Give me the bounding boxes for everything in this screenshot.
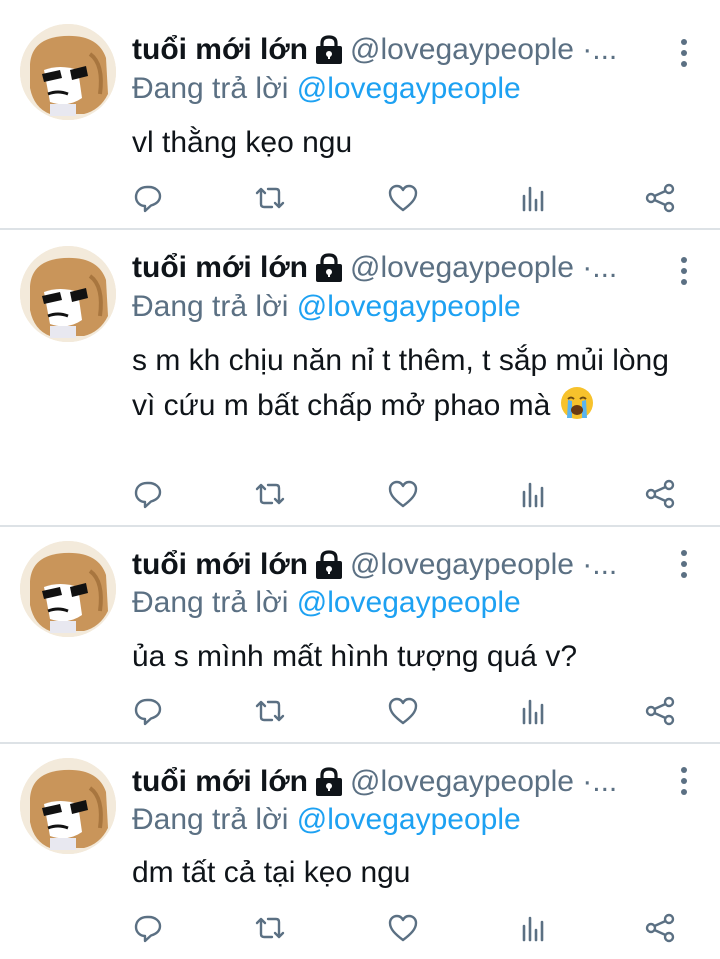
heart-icon[interactable] [387,695,419,727]
display-name[interactable]: tuổi mới lớn [132,548,308,582]
share-icon[interactable] [644,478,676,510]
reply-mention-link[interactable]: @lovegaypeople [297,586,521,619]
tweet-text: ủa s mình mất hình tượng quá v? [132,640,578,673]
user-handle[interactable]: @lovegaypeople ·... [350,765,617,799]
tweet-header: tuổi mới lớn @lovegaypeople ·... [132,762,672,802]
tweet-text: dm tất cả tại kẹo ngu [132,856,411,889]
retweet-icon[interactable] [254,912,286,944]
heart-icon[interactable] [387,478,419,510]
avatar[interactable] [20,246,116,342]
reply-prefix: Đang trả lời [132,586,297,619]
user-handle[interactable]: @lovegaypeople ·... [350,548,617,582]
reply-prefix: Đang trả lời [132,290,297,323]
share-icon[interactable] [644,695,676,727]
lock-icon [314,767,344,797]
more-vertical-icon[interactable] [678,38,690,68]
reply-icon[interactable] [132,478,164,510]
tweet-text: s m kh chịu năn nỉ t thêm, t sắp mủi lòn… [132,338,692,428]
tweet-actions [132,912,692,948]
avatar[interactable] [20,24,116,120]
reply-prefix: Đang trả lời [132,72,297,105]
reply-mention-link[interactable]: @lovegaypeople [297,290,521,323]
analytics-icon[interactable] [518,695,550,727]
tweet-text: vl thằng kẹo ngu [132,126,353,159]
analytics-icon[interactable] [518,478,550,510]
display-name[interactable]: tuổi mới lớn [132,765,308,799]
reply-mention-link[interactable]: @lovegaypeople [297,72,521,105]
reply-icon[interactable] [132,182,164,214]
more-vertical-icon[interactable] [678,549,690,579]
user-handle[interactable]: @lovegaypeople ·... [350,33,617,67]
lock-icon [314,253,344,283]
retweet-icon[interactable] [254,182,286,214]
tweet-header: tuổi mới lớn @lovegaypeople ·... [132,545,672,585]
share-icon[interactable] [644,912,676,944]
tweet-header: tuổi mới lớn @lovegaypeople ·... [132,248,672,288]
avatar[interactable] [20,541,116,637]
reply-context: Đang trả lời @lovegaypeople [132,586,521,620]
lock-icon [314,550,344,580]
reply-icon[interactable] [132,695,164,727]
retweet-icon[interactable] [254,695,286,727]
tweet-actions [132,182,692,218]
tweet[interactable]: tuổi mới lớn @lovegaypeople ·... Đang tr… [0,744,720,959]
reply-prefix: Đang trả lời [132,803,297,836]
heart-icon[interactable] [387,912,419,944]
lock-icon [314,35,344,65]
tweet-header: tuổi mới lớn @lovegaypeople ·... [132,30,672,70]
reply-context: Đang trả lời @lovegaypeople [132,803,521,837]
tweet-actions [132,478,692,514]
user-handle[interactable]: @lovegaypeople ·... [350,251,617,285]
reply-context: Đang trả lời @lovegaypeople [132,72,521,106]
more-vertical-icon[interactable] [678,766,690,796]
tweet-feed: tuổi mới lớn @lovegaypeople ·... Đang tr… [0,0,720,959]
loudly-crying-face-emoji [559,385,595,421]
display-name[interactable]: tuổi mới lớn [132,33,308,67]
analytics-icon[interactable] [518,912,550,944]
heart-icon[interactable] [387,182,419,214]
avatar[interactable] [20,758,116,854]
share-icon[interactable] [644,182,676,214]
analytics-icon[interactable] [518,182,550,214]
reply-icon[interactable] [132,912,164,944]
tweet[interactable]: tuổi mới lớn @lovegaypeople ·... Đang tr… [0,527,720,744]
retweet-icon[interactable] [254,478,286,510]
tweet[interactable]: tuổi mới lớn @lovegaypeople ·... Đang tr… [0,230,720,527]
tweet[interactable]: tuổi mới lớn @lovegaypeople ·... Đang tr… [0,0,720,230]
more-vertical-icon[interactable] [678,256,690,286]
display-name[interactable]: tuổi mới lớn [132,251,308,285]
reply-context: Đang trả lời @lovegaypeople [132,290,521,324]
reply-mention-link[interactable]: @lovegaypeople [297,803,521,836]
tweet-actions [132,695,692,731]
